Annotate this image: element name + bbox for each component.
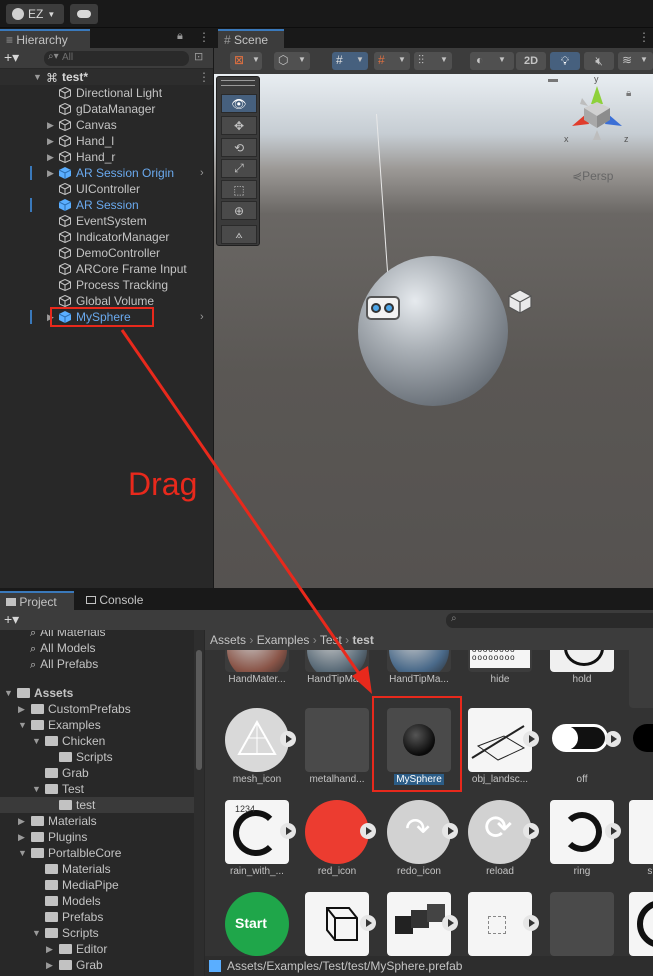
drag-annotation: Drag xyxy=(128,466,197,503)
drag-label: Drag xyxy=(128,466,198,502)
drag-arrow xyxy=(120,329,372,694)
